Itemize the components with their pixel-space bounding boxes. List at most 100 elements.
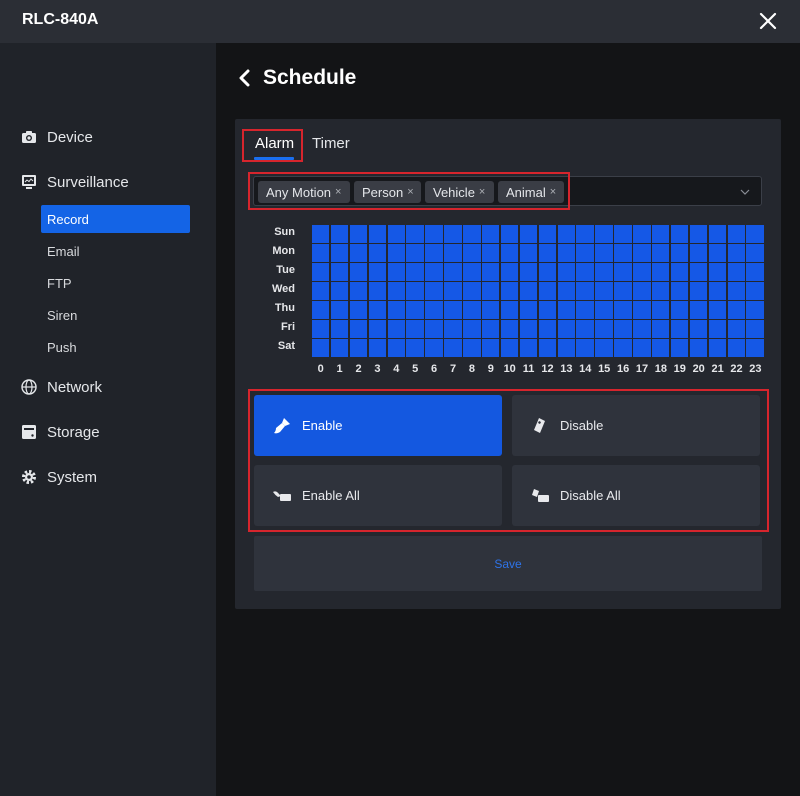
schedule-cell[interactable] <box>727 244 745 262</box>
schedule-cell[interactable] <box>444 244 462 262</box>
schedule-cell[interactable] <box>576 244 594 262</box>
schedule-cell[interactable] <box>538 339 557 357</box>
schedule-cell[interactable] <box>519 320 538 338</box>
schedule-cell[interactable] <box>425 263 443 281</box>
schedule-cell[interactable] <box>463 263 481 281</box>
sidebar-item-network[interactable]: Network <box>20 378 102 396</box>
schedule-cell[interactable] <box>519 339 538 357</box>
schedule-cell[interactable] <box>312 339 330 357</box>
schedule-cell[interactable] <box>557 320 575 338</box>
schedule-cell[interactable] <box>330 320 349 338</box>
schedule-cell[interactable] <box>576 320 594 338</box>
schedule-cell[interactable] <box>652 263 670 281</box>
schedule-cell[interactable] <box>312 301 330 319</box>
disable-button[interactable]: Disable <box>512 395 760 456</box>
detection-type-select[interactable]: Any Motion × Person × Vehicle × Animal × <box>253 176 762 206</box>
schedule-cell[interactable] <box>595 244 613 262</box>
sidebar-item-siren[interactable]: Siren <box>41 301 190 329</box>
schedule-cell[interactable] <box>482 244 500 262</box>
schedule-cell[interactable] <box>500 225 519 243</box>
schedule-cell[interactable] <box>576 301 594 319</box>
tag-remove-icon[interactable]: × <box>407 186 413 198</box>
schedule-cell[interactable] <box>557 301 575 319</box>
schedule-cell[interactable] <box>368 263 387 281</box>
schedule-cell[interactable] <box>614 320 632 338</box>
schedule-cell[interactable] <box>538 320 557 338</box>
schedule-cell[interactable] <box>425 225 443 243</box>
enable-all-button[interactable]: Enable All <box>254 465 502 526</box>
schedule-cell[interactable] <box>463 339 481 357</box>
schedule-cell[interactable] <box>349 282 368 300</box>
schedule-cell[interactable] <box>368 320 387 338</box>
schedule-cell[interactable] <box>727 339 745 357</box>
schedule-cell[interactable] <box>689 339 708 357</box>
schedule-cell[interactable] <box>425 301 443 319</box>
schedule-cell[interactable] <box>463 320 481 338</box>
close-button[interactable] <box>756 9 780 33</box>
schedule-cell[interactable] <box>482 301 500 319</box>
schedule-cell[interactable] <box>425 282 443 300</box>
schedule-cell[interactable] <box>727 301 745 319</box>
schedule-cell[interactable] <box>425 320 443 338</box>
schedule-cell[interactable] <box>519 263 538 281</box>
schedule-cell[interactable] <box>387 320 405 338</box>
schedule-cell[interactable] <box>708 263 727 281</box>
schedule-cell[interactable] <box>595 263 613 281</box>
schedule-cell[interactable] <box>444 320 462 338</box>
schedule-cell[interactable] <box>330 263 349 281</box>
schedule-cell[interactable] <box>538 244 557 262</box>
schedule-cell[interactable] <box>670 282 689 300</box>
schedule-cell[interactable] <box>746 282 764 300</box>
schedule-cell[interactable] <box>614 225 632 243</box>
schedule-cell[interactable] <box>670 301 689 319</box>
schedule-cell[interactable] <box>576 225 594 243</box>
schedule-cell[interactable] <box>557 282 575 300</box>
schedule-cell[interactable] <box>406 244 424 262</box>
tab-alarm[interactable]: Alarm <box>254 135 294 160</box>
schedule-cell[interactable] <box>727 263 745 281</box>
schedule-cell[interactable] <box>727 225 745 243</box>
schedule-cell[interactable] <box>500 244 519 262</box>
schedule-cell[interactable] <box>387 301 405 319</box>
schedule-cell[interactable] <box>557 225 575 243</box>
schedule-cell[interactable] <box>500 301 519 319</box>
schedule-cell[interactable] <box>500 263 519 281</box>
schedule-cell[interactable] <box>670 339 689 357</box>
schedule-cell[interactable] <box>387 244 405 262</box>
schedule-cell[interactable] <box>633 339 651 357</box>
schedule-cell[interactable] <box>519 225 538 243</box>
schedule-cell[interactable] <box>595 301 613 319</box>
schedule-cell[interactable] <box>727 282 745 300</box>
schedule-cell[interactable] <box>463 225 481 243</box>
schedule-cell[interactable] <box>746 320 764 338</box>
schedule-cell[interactable] <box>538 301 557 319</box>
schedule-cell[interactable] <box>463 282 481 300</box>
sidebar-item-system[interactable]: System <box>20 468 97 486</box>
sidebar-item-device[interactable]: Device <box>20 128 93 146</box>
schedule-cell[interactable] <box>614 282 632 300</box>
schedule-cell[interactable] <box>500 320 519 338</box>
schedule-cell[interactable] <box>708 320 727 338</box>
schedule-cell[interactable] <box>444 282 462 300</box>
schedule-cell[interactable] <box>670 263 689 281</box>
schedule-cell[interactable] <box>444 263 462 281</box>
schedule-cell[interactable] <box>595 282 613 300</box>
schedule-cell[interactable] <box>670 320 689 338</box>
schedule-cell[interactable] <box>425 339 443 357</box>
schedule-cell[interactable] <box>482 320 500 338</box>
schedule-cell[interactable] <box>312 320 330 338</box>
schedule-cell[interactable] <box>557 339 575 357</box>
save-button[interactable]: Save <box>254 536 762 591</box>
schedule-cell[interactable] <box>444 301 462 319</box>
schedule-cell[interactable] <box>576 263 594 281</box>
schedule-cell[interactable] <box>595 339 613 357</box>
schedule-cell[interactable] <box>708 244 727 262</box>
schedule-cell[interactable] <box>387 263 405 281</box>
schedule-cell[interactable] <box>463 244 481 262</box>
schedule-cell[interactable] <box>368 339 387 357</box>
schedule-cell[interactable] <box>387 339 405 357</box>
schedule-cell[interactable] <box>312 282 330 300</box>
schedule-cell[interactable] <box>349 339 368 357</box>
schedule-cell[interactable] <box>368 225 387 243</box>
enable-button[interactable]: Enable <box>254 395 502 456</box>
